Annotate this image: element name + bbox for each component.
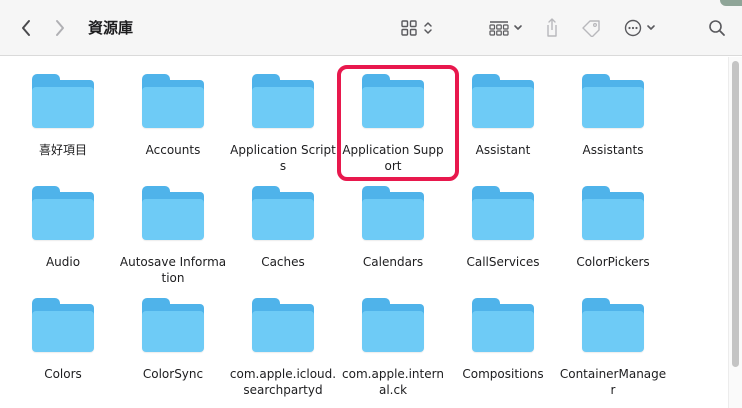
- folder-label: Autosave Information: [119, 255, 227, 285]
- share-icon: [547, 18, 557, 37]
- folder-item[interactable]: ColorPickers: [558, 184, 668, 296]
- folder-icon: [32, 74, 94, 128]
- folder-icon: [362, 74, 424, 128]
- window-title: 資源庫: [88, 19, 134, 37]
- folder-icon: [252, 186, 314, 240]
- folder-icon: [362, 186, 424, 240]
- folder-label: Colors: [44, 367, 82, 381]
- window-edge: [720, 0, 742, 6]
- folder-label: Compositions: [462, 367, 544, 381]
- share-button[interactable]: [540, 15, 564, 41]
- folder-label: Application Support: [342, 143, 444, 173]
- folder-icon: [142, 298, 204, 352]
- more-actions-button[interactable]: [620, 16, 660, 40]
- folder-label: CallServices: [466, 255, 540, 269]
- folder-icon: [362, 298, 424, 352]
- folder-item[interactable]: Assistant: [448, 72, 558, 184]
- folder-label: ContainerManager: [559, 367, 667, 397]
- chevron-down-icon: [647, 25, 655, 30]
- folder-icon: [582, 186, 644, 240]
- chevron-down-icon: [514, 25, 522, 30]
- folder-label: com.apple.icloud.searchpartyd: [229, 367, 337, 397]
- view-mode-button[interactable]: [396, 16, 438, 40]
- folder-label: Assistant: [475, 143, 531, 157]
- folder-label: ColorSync: [142, 367, 204, 381]
- group-icon: [489, 21, 509, 36]
- folder-label: Caches: [261, 255, 305, 269]
- ellipsis-icon: [624, 19, 642, 37]
- folder-label: Assistants: [582, 143, 644, 157]
- folder-item[interactable]: 喜好項目: [8, 72, 118, 184]
- group-button[interactable]: [486, 16, 526, 40]
- tag-button[interactable]: [578, 16, 604, 40]
- folder-item[interactable]: CallServices: [448, 184, 558, 296]
- folder-item[interactable]: ColorSync: [118, 296, 228, 408]
- folder-item[interactable]: Colors: [8, 296, 118, 408]
- folder-item[interactable]: Autosave Information: [118, 184, 228, 296]
- file-browser: 喜好項目 Accounts Application Scripts Applicati…: [0, 57, 742, 408]
- folder-icon: [472, 186, 534, 240]
- folder-icon: [252, 298, 314, 352]
- chevron-left-icon: [22, 20, 30, 36]
- folder-label: 喜好項目: [38, 143, 87, 157]
- folder-item[interactable]: Assistants: [558, 72, 668, 184]
- folder-label: Application Scripts: [230, 143, 336, 173]
- folder-label: Audio: [45, 255, 81, 269]
- folder-item[interactable]: ContainerManager: [558, 296, 668, 408]
- folder-icon: [582, 298, 644, 352]
- folder-item[interactable]: com.apple.internal.ck: [338, 296, 448, 408]
- search-button[interactable]: [704, 16, 730, 40]
- folder-icon: [472, 298, 534, 352]
- folder-item[interactable]: Compositions: [448, 296, 558, 408]
- folder-item[interactable]: Application Scripts: [228, 72, 338, 184]
- up-down-chevron-icon: [424, 22, 432, 34]
- back-button[interactable]: [14, 16, 38, 40]
- tag-icon: [582, 20, 600, 37]
- folder-grid: 喜好項目 Accounts Application Scripts Applicati…: [8, 72, 668, 408]
- chevron-right-icon: [56, 20, 64, 36]
- folder-icon: [32, 298, 94, 352]
- forward-button[interactable]: [48, 16, 72, 40]
- folder-item[interactable]: Audio: [8, 184, 118, 296]
- folder-label: Calendars: [362, 255, 424, 269]
- finder-window: 資源庫 喜好項目 Accounts Application Scripts Ap…: [0, 0, 742, 408]
- folder-icon: [142, 186, 204, 240]
- folder-icon: [32, 186, 94, 240]
- folder-icon: [142, 74, 204, 128]
- folder-icon: [472, 74, 534, 128]
- folder-item[interactable]: Calendars: [338, 184, 448, 296]
- toolbar: 資源庫: [0, 0, 742, 56]
- scrollbar-thumb[interactable]: [732, 61, 739, 367]
- folder-item[interactable]: Accounts: [118, 72, 228, 184]
- folder-item[interactable]: Caches: [228, 184, 338, 296]
- folder-item[interactable]: Application Support: [338, 72, 448, 184]
- search-icon: [709, 20, 725, 36]
- grid-view-icon: [401, 20, 417, 36]
- folder-icon: [252, 74, 314, 128]
- folder-icon: [582, 74, 644, 128]
- vertical-scrollbar[interactable]: [728, 57, 742, 408]
- folder-item[interactable]: com.apple.icloud.searchpartyd: [228, 296, 338, 408]
- folder-label: ColorPickers: [576, 255, 650, 269]
- folder-label: Accounts: [145, 143, 201, 157]
- folder-label: com.apple.internal.ck: [342, 367, 444, 397]
